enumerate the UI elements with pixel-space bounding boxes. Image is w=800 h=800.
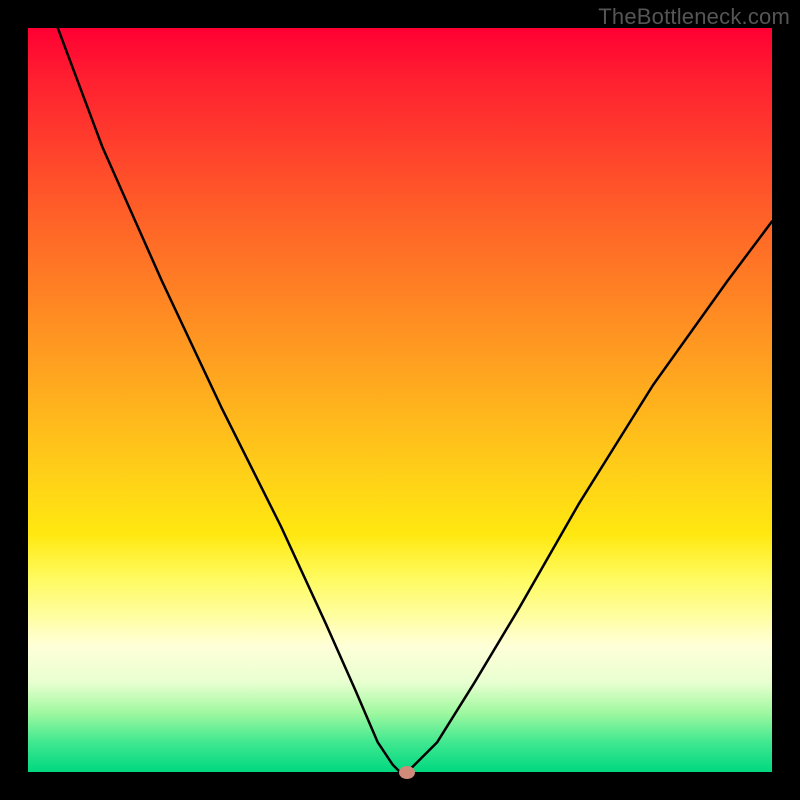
bottleneck-curve <box>28 28 772 772</box>
chart-frame: TheBottleneck.com <box>0 0 800 800</box>
plot-area <box>28 28 772 772</box>
watermark-label: TheBottleneck.com <box>598 4 790 30</box>
optimal-point-marker <box>399 766 415 779</box>
